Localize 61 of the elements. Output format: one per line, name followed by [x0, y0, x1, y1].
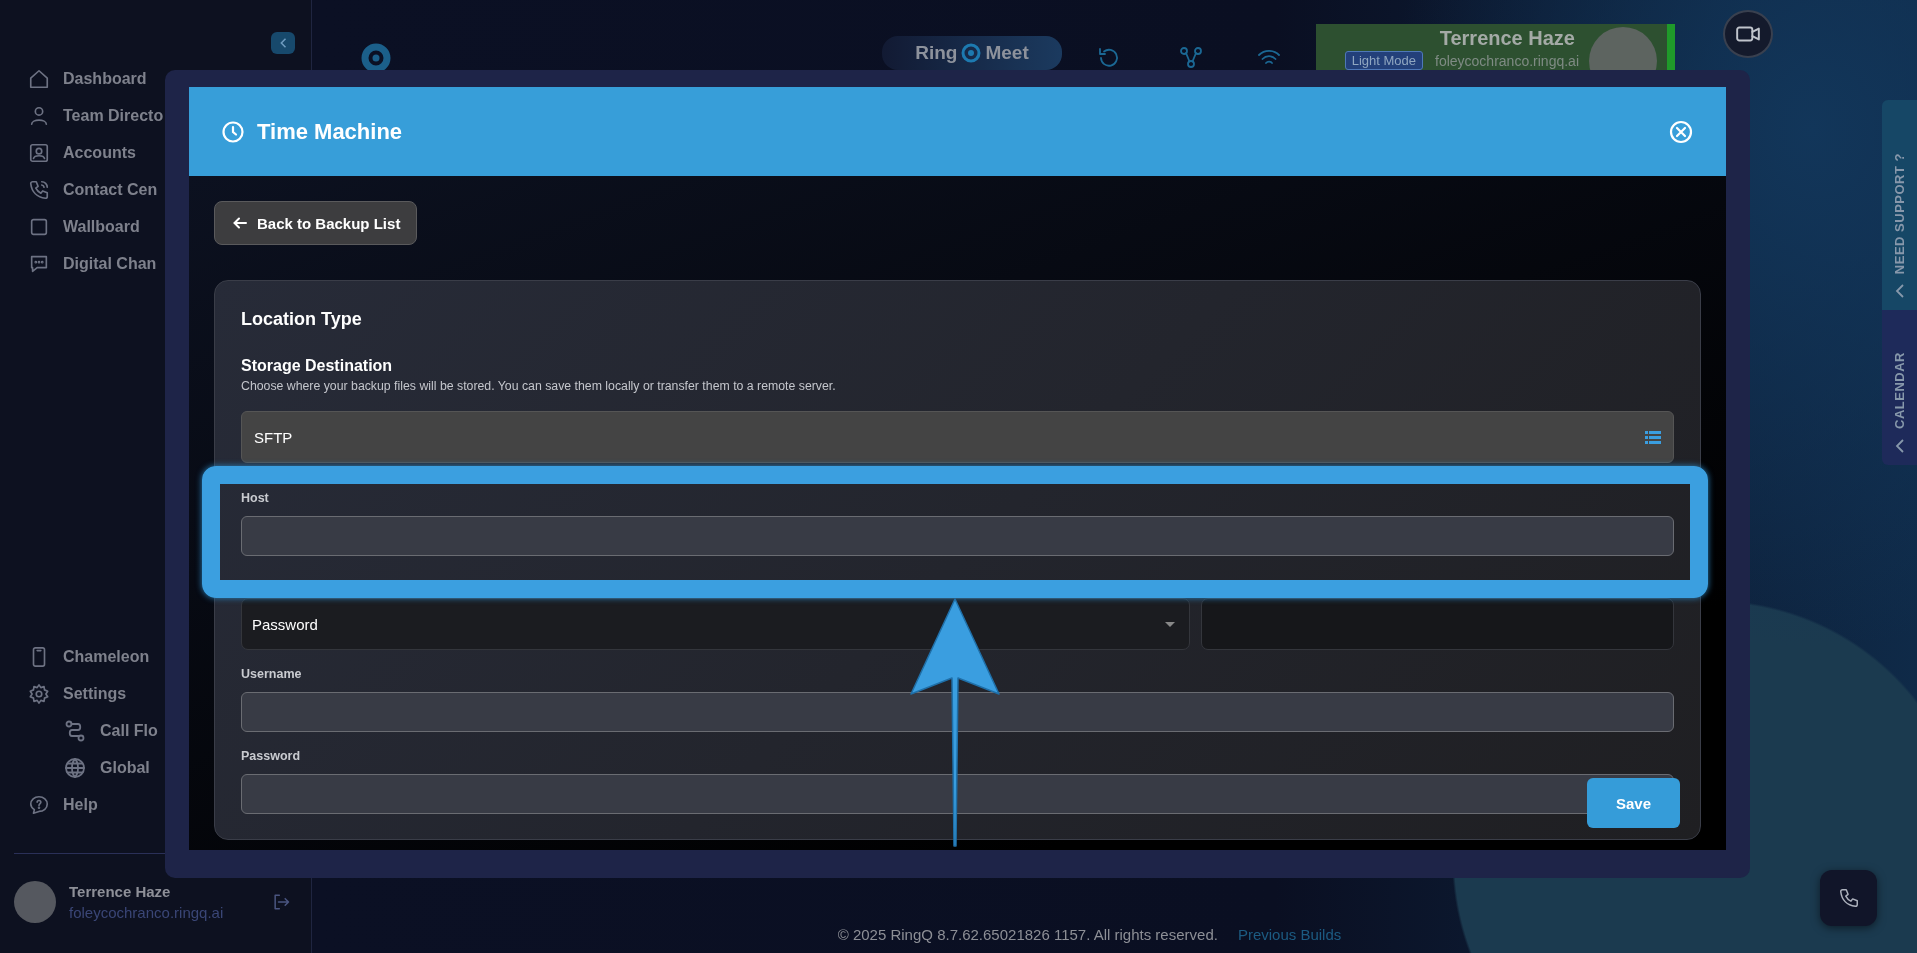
sidebar-item[interactable]: Dashboard [28, 60, 147, 97]
field-description: Choose where your backup files will be stored. You can save them locally or transfer them to a remote server. [241, 378, 837, 394]
side-tab[interactable]: CALENDAR [1882, 310, 1917, 465]
field-label: Username [241, 667, 303, 681]
section-title: Location Type [241, 308, 363, 330]
profile-name: Terrence Haze [1439, 27, 1575, 50]
ring-icon [960, 42, 983, 64]
chevron-left-icon [1894, 284, 1905, 298]
sidebar-subitem[interactable]: Call Flo [63, 712, 158, 749]
previous-builds-link[interactable]: Previous Builds [1237, 926, 1342, 943]
arrow-left-icon [233, 216, 247, 230]
caret-down-icon [1165, 621, 1175, 627]
sidebar-item[interactable]: Settings [28, 675, 127, 712]
storage-select[interactable]: SFTP [241, 411, 1674, 463]
user-name: Terrence Haze [69, 882, 172, 900]
sidebar-item[interactable]: Help [28, 786, 98, 823]
sidebar-item[interactable]: Accounts [28, 134, 136, 171]
chevron-left-icon [278, 36, 288, 50]
globe-icon [63, 755, 87, 780]
input-field[interactable] [241, 692, 1674, 732]
field-label: Host [241, 491, 270, 505]
meet-button[interactable]: Ring Meet [882, 36, 1062, 70]
clock-icon [221, 119, 245, 144]
call-button[interactable] [1820, 870, 1877, 926]
auth-select[interactable]: Password [241, 598, 1190, 650]
input-field[interactable] [241, 774, 1674, 814]
avatar-placeholder [14, 880, 56, 923]
collapse-button[interactable] [271, 32, 295, 54]
field-label: Password [241, 749, 302, 763]
sidebar-item[interactable]: Chameleon [28, 638, 150, 675]
user-email: foleycochranco.ringq.ai [69, 903, 225, 921]
input-field[interactable] [1201, 598, 1674, 650]
route-icon [63, 718, 87, 743]
light-mode-button[interactable]: Light Mode [1344, 51, 1423, 70]
profile-email: foleycochranco.ringq.ai [1435, 52, 1579, 69]
chevron-left-icon [1894, 439, 1905, 453]
modal-title: Time Machine [257, 118, 404, 145]
sidebar-subitem[interactable]: Global [63, 749, 150, 786]
input-field[interactable] [241, 516, 1674, 556]
settings-icon [28, 682, 50, 705]
field-title: Storage Destination [241, 356, 394, 376]
list-icon [1645, 430, 1661, 444]
sidebar-item[interactable]: Contact Cen [28, 171, 158, 208]
close-button[interactable] [1669, 119, 1693, 144]
save-button[interactable]: Save [1587, 778, 1680, 828]
close-icon [1669, 119, 1693, 144]
sidebar-item[interactable]: Wallboard [28, 208, 140, 245]
sidebar-item[interactable]: Team Directo [28, 97, 164, 134]
back-button[interactable]: Back to Backup List [214, 201, 418, 245]
help-icon [28, 793, 50, 816]
video-call-button[interactable] [1723, 10, 1773, 58]
sidebar-item[interactable]: Digital Chan [28, 245, 157, 282]
user-icon [28, 104, 50, 127]
home-icon [28, 67, 50, 90]
copyright-text: © 2025 RingQ 8.7.62.65021826 1157. All rights reserved. [837, 926, 1218, 943]
phone-icon [1837, 887, 1860, 909]
phone-icon [28, 178, 50, 201]
refresh-icon [1097, 46, 1121, 70]
share-nodes-icon [1179, 46, 1203, 70]
contact-card-icon [28, 141, 50, 164]
side-tab[interactable]: NEED SUPPORT ? [1882, 100, 1917, 310]
